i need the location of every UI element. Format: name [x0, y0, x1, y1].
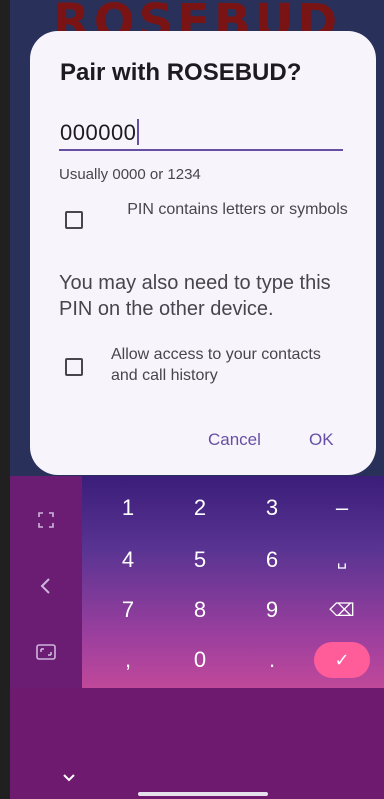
- key-2[interactable]: 2: [170, 488, 230, 528]
- text-cursor: [137, 119, 140, 145]
- pin-input[interactable]: 000000: [59, 115, 343, 151]
- resize-icon[interactable]: [26, 632, 66, 672]
- key-7[interactable]: 7: [98, 590, 158, 630]
- keypad: 1 2 3 – 4 5 6 ␣ 7 8 9 ⌫ , 0 . ✓: [82, 476, 384, 688]
- key-0[interactable]: 0: [170, 640, 230, 680]
- key-period[interactable]: .: [242, 640, 302, 680]
- space-key[interactable]: ␣: [312, 540, 372, 580]
- letters-symbols-checkbox[interactable]: [65, 211, 83, 229]
- key-minus[interactable]: –: [312, 488, 372, 528]
- letters-symbols-option[interactable]: PIN contains letters or symbols: [65, 199, 365, 249]
- dialog-title: Pair with ROSEBUD?: [60, 59, 302, 86]
- pin-notice: You may also need to type this PIN on th…: [59, 272, 331, 320]
- expand-icon[interactable]: [26, 500, 66, 540]
- screen-edge: [0, 0, 10, 799]
- ok-button[interactable]: OK: [303, 426, 340, 454]
- chevron-down-icon[interactable]: [62, 768, 76, 787]
- backspace-key[interactable]: ⌫: [312, 590, 372, 630]
- key-5[interactable]: 5: [170, 540, 230, 580]
- letters-symbols-label: PIN contains letters or symbols: [127, 201, 348, 218]
- pin-value: 000000: [60, 120, 137, 145]
- enter-key[interactable]: ✓: [314, 642, 370, 678]
- home-indicator[interactable]: [138, 792, 268, 796]
- key-8[interactable]: 8: [170, 590, 230, 630]
- contacts-access-checkbox[interactable]: [65, 358, 83, 376]
- keyboard-bottom-area: [10, 688, 384, 799]
- contacts-access-label: Allow access to your contacts and call h…: [111, 346, 321, 384]
- contacts-access-option[interactable]: Allow access to your contacts and call h…: [65, 344, 365, 394]
- pairing-dialog: Pair with ROSEBUD? 000000 Usually 0000 o…: [30, 31, 376, 475]
- key-1[interactable]: 1: [98, 488, 158, 528]
- numeric-keyboard: 1 2 3 – 4 5 6 ␣ 7 8 9 ⌫ , 0 . ✓: [10, 476, 384, 799]
- key-4[interactable]: 4: [98, 540, 158, 580]
- key-6[interactable]: 6: [242, 540, 302, 580]
- key-comma[interactable]: ,: [98, 640, 158, 680]
- key-3[interactable]: 3: [242, 488, 302, 528]
- back-arrow-icon[interactable]: [26, 566, 66, 606]
- key-9[interactable]: 9: [242, 590, 302, 630]
- pin-hint: Usually 0000 or 1234: [59, 166, 201, 183]
- cancel-button[interactable]: Cancel: [202, 426, 267, 454]
- keyboard-side-panel: [10, 476, 82, 688]
